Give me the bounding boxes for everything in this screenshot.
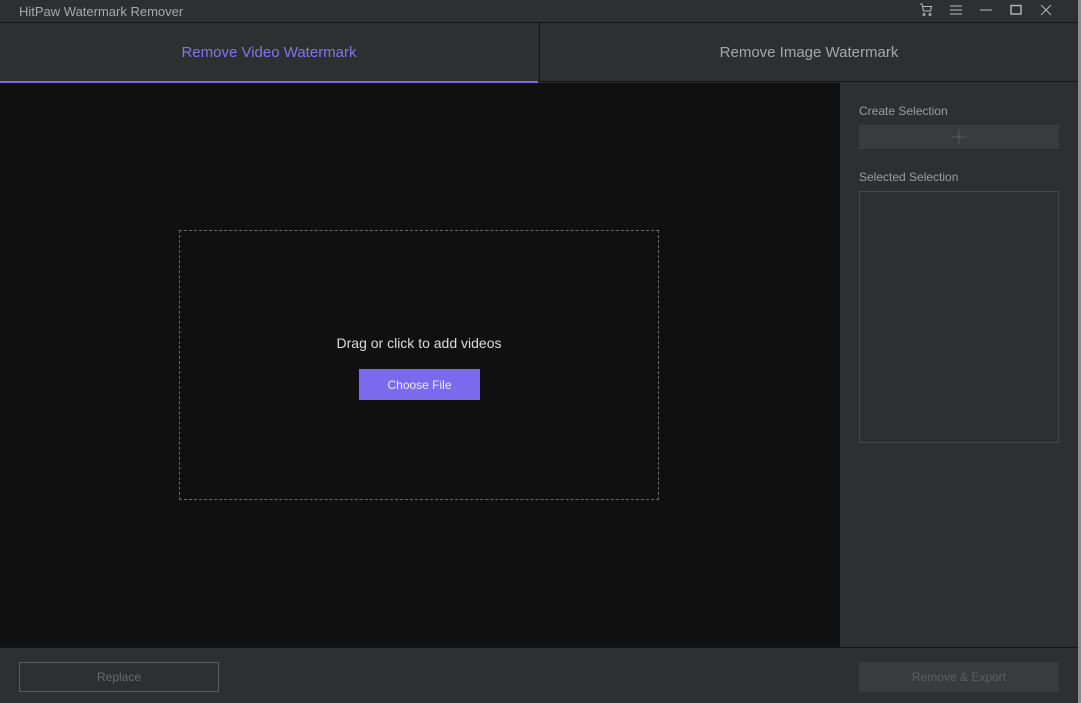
selected-selection-list[interactable]: [859, 191, 1059, 443]
video-dropzone[interactable]: Drag or click to add videos Choose File: [179, 230, 659, 500]
remove-export-button[interactable]: Remove & Export: [859, 662, 1059, 692]
cart-icon: [920, 3, 933, 16]
cart-button[interactable]: [915, 1, 937, 19]
footer-bar: Replace Remove & Export: [0, 647, 1078, 703]
replace-button[interactable]: Replace: [19, 662, 219, 692]
mode-tabs: Remove Video Watermark Remove Image Wate…: [0, 23, 1078, 83]
close-icon: [1040, 4, 1052, 16]
choose-file-button[interactable]: Choose File: [359, 369, 480, 400]
menu-icon: [950, 5, 962, 15]
maximize-icon: [1010, 4, 1022, 15]
app-title: HitPaw Watermark Remover: [19, 4, 184, 19]
minimize-icon: [980, 9, 992, 11]
selection-panel: Create Selection Selected Selection: [840, 83, 1078, 647]
minimize-button[interactable]: [975, 1, 997, 19]
tab-remove-video-watermark[interactable]: Remove Video Watermark: [0, 23, 538, 83]
menu-button[interactable]: [945, 1, 967, 19]
selected-selection-label: Selected Selection: [859, 170, 959, 184]
close-button[interactable]: [1035, 1, 1057, 19]
create-selection-button[interactable]: [859, 125, 1059, 149]
create-selection-label: Create Selection: [859, 104, 948, 118]
preview-area: Drag or click to add videos Choose File: [0, 83, 840, 647]
dropzone-prompt: Drag or click to add videos: [336, 335, 502, 351]
plus-icon: [952, 130, 966, 144]
tab-remove-image-watermark[interactable]: Remove Image Watermark: [539, 23, 1078, 82]
app-window: HitPaw Watermark Remover Remove Video Wa…: [0, 0, 1081, 703]
maximize-button[interactable]: [1005, 1, 1027, 19]
title-bar: HitPaw Watermark Remover: [0, 0, 1078, 23]
